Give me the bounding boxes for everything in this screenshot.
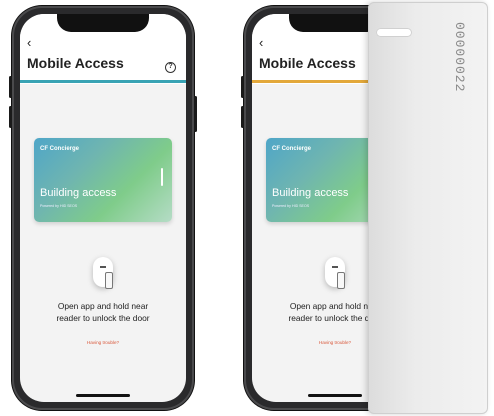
notch (57, 14, 149, 32)
trouble-link[interactable]: Having trouble? (20, 340, 186, 345)
page-title: Mobile Access (259, 55, 356, 71)
instruction-text: Open app and hold near reader to unlock … (20, 300, 186, 324)
card-number: 00000022 (451, 22, 471, 112)
card-name: Building access (272, 187, 349, 199)
volume-button (241, 106, 244, 128)
home-indicator (308, 394, 362, 397)
physical-access-card: 00000022 (368, 2, 488, 414)
card-subtitle: Powered by HID SEOS (272, 204, 310, 208)
instruction-line: Open app and hold near (57, 301, 149, 311)
phone-tap-icon (105, 272, 113, 289)
page-title: Mobile Access (27, 55, 124, 71)
app-screen: ‹ Mobile Access ? CF Concierge Building … (20, 14, 186, 402)
header-divider (20, 80, 186, 83)
card-subtitle: Powered by HID SEOS (40, 204, 78, 208)
volume-button (9, 106, 12, 128)
volume-button (241, 76, 244, 98)
card-brand: CF Concierge (272, 146, 312, 152)
access-card-tile[interactable]: CF Concierge Building access Powered by … (34, 138, 172, 222)
card-brand: CF Concierge (40, 146, 80, 152)
card-name: Building access (40, 187, 117, 199)
back-button[interactable]: ‹ (259, 36, 263, 49)
instruction-line: reader to unlock the door (56, 313, 150, 323)
phone-left: ‹ Mobile Access ? CF Concierge Building … (9, 6, 197, 410)
card-number-text: 00000022 (452, 22, 467, 93)
phone-tap-icon (337, 272, 345, 289)
power-button (194, 96, 197, 132)
card-scroll-indicator (161, 168, 163, 186)
card-slot (376, 28, 412, 37)
home-indicator (76, 394, 130, 397)
help-icon[interactable]: ? (165, 62, 176, 73)
back-button[interactable]: ‹ (27, 36, 31, 49)
volume-button (9, 76, 12, 98)
